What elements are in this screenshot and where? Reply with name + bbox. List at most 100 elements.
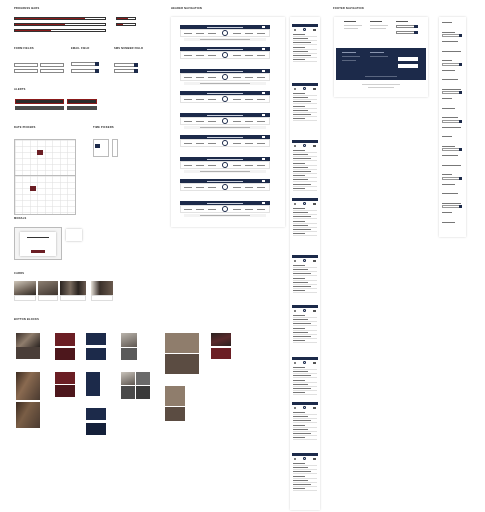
mobile-footer-button[interactable] <box>459 34 462 37</box>
footer-dark-field[interactable] <box>398 64 418 68</box>
mobile-menu-item[interactable] <box>293 183 311 185</box>
hamburger-icon[interactable] <box>262 180 265 182</box>
mobile-menu-item[interactable] <box>293 273 311 275</box>
button-block[interactable] <box>165 333 199 353</box>
mobile-menu-item[interactable] <box>293 290 305 291</box>
seal-icon[interactable] <box>222 162 228 168</box>
mobile-menu-item[interactable] <box>293 433 311 434</box>
header-nav-link[interactable] <box>257 186 265 188</box>
mobile-footer-line[interactable] <box>442 136 452 137</box>
header-nav-link[interactable] <box>245 142 253 144</box>
mobile-menu-item[interactable] <box>293 471 311 473</box>
text-field[interactable] <box>40 63 64 67</box>
search-icon[interactable] <box>294 88 296 90</box>
mobile-menu-item[interactable] <box>293 109 308 111</box>
date-picker-calendar[interactable] <box>14 175 76 215</box>
mobile-menu-item[interactable] <box>293 229 311 230</box>
mobile-menu-item[interactable] <box>293 412 305 413</box>
header-nav-link[interactable] <box>233 186 241 188</box>
mobile-menu-item[interactable] <box>293 34 305 35</box>
header-nav-link[interactable] <box>208 98 216 100</box>
button-block[interactable] <box>86 333 106 345</box>
header-nav-link[interactable] <box>208 120 216 122</box>
seal-icon[interactable] <box>303 28 306 31</box>
mobile-menu-item[interactable] <box>293 50 308 52</box>
hamburger-icon[interactable] <box>313 407 316 409</box>
hamburger-icon[interactable] <box>262 202 265 204</box>
mobile-footer-button[interactable] <box>459 148 462 151</box>
header-nav-link[interactable] <box>245 186 253 188</box>
mobile-menu-item[interactable] <box>293 277 305 279</box>
button-block[interactable] <box>136 386 150 399</box>
header-nav-link[interactable] <box>245 208 253 210</box>
button-block[interactable] <box>211 348 231 359</box>
mobile-menu-item[interactable] <box>293 212 308 213</box>
mobile-footer-line[interactable] <box>442 183 455 185</box>
header-nav-link[interactable] <box>184 76 192 78</box>
mobile-menu-item[interactable] <box>293 269 308 270</box>
card-image[interactable] <box>91 281 113 295</box>
seal-icon[interactable] <box>222 140 228 146</box>
search-icon[interactable] <box>294 310 296 312</box>
text-field[interactable] <box>14 63 38 67</box>
hamburger-icon[interactable] <box>313 362 316 364</box>
mobile-menu-item[interactable] <box>293 175 305 176</box>
button-block-image[interactable] <box>16 333 40 347</box>
card-image[interactable] <box>60 281 86 295</box>
mobile-footer-line[interactable] <box>442 193 458 194</box>
mobile-menu-item[interactable] <box>293 375 311 377</box>
mobile-menu-item[interactable] <box>293 388 311 389</box>
hamburger-icon[interactable] <box>262 26 265 28</box>
mobile-footer-line[interactable] <box>442 31 455 33</box>
date-picker-calendar[interactable] <box>14 139 76 179</box>
mobile-menu-item[interactable] <box>293 46 305 48</box>
mobile-footer-line[interactable] <box>442 174 452 175</box>
mobile-menu-item[interactable] <box>293 154 308 155</box>
search-icon[interactable] <box>294 407 296 409</box>
mobile-footer-line[interactable] <box>442 88 461 90</box>
header-nav-link[interactable] <box>245 120 253 122</box>
mobile-menu-item[interactable] <box>293 286 311 287</box>
header-nav-link[interactable] <box>196 54 204 56</box>
mobile-footer-line[interactable] <box>442 117 458 118</box>
mobile-footer-button[interactable] <box>459 176 462 180</box>
button-block[interactable] <box>136 372 150 385</box>
footer-signup-button[interactable] <box>414 25 418 28</box>
mobile-menu-item[interactable] <box>293 93 305 94</box>
search-icon[interactable] <box>294 145 296 147</box>
footer-signup-button[interactable] <box>414 31 418 34</box>
mobile-footer-line[interactable] <box>442 155 458 156</box>
header-nav-link[interactable] <box>196 164 204 166</box>
mobile-menu-item[interactable] <box>293 331 308 333</box>
mobile-menu-item[interactable] <box>293 467 308 468</box>
seal-icon[interactable] <box>303 361 306 364</box>
email-submit-button[interactable] <box>95 62 99 66</box>
header-nav-link[interactable] <box>184 164 192 166</box>
seal-icon[interactable] <box>222 118 228 124</box>
mobile-menu-item[interactable] <box>293 319 308 320</box>
search-icon[interactable] <box>294 362 296 364</box>
header-nav-link[interactable] <box>196 142 204 144</box>
header-nav-link[interactable] <box>257 54 265 56</box>
seal-icon[interactable] <box>222 206 228 212</box>
header-nav-link[interactable] <box>233 32 241 34</box>
mobile-menu-item[interactable] <box>293 479 308 481</box>
time-picker-selected[interactable] <box>95 144 100 148</box>
text-field[interactable] <box>40 69 64 73</box>
seal-icon[interactable] <box>303 259 306 262</box>
button-block-image[interactable] <box>211 333 231 346</box>
header-nav-link[interactable] <box>184 32 192 34</box>
header-nav-link[interactable] <box>233 54 241 56</box>
hamburger-icon[interactable] <box>262 48 265 50</box>
seal-icon[interactable] <box>303 309 306 312</box>
time-picker[interactable] <box>112 139 118 157</box>
mobile-menu-item[interactable] <box>293 420 311 422</box>
button-block-image[interactable] <box>16 372 40 400</box>
date-picker-selected-day[interactable] <box>37 150 43 155</box>
hamburger-icon[interactable] <box>313 310 316 312</box>
seal-icon[interactable] <box>222 52 228 58</box>
mobile-footer-button[interactable] <box>459 205 462 208</box>
button-block[interactable] <box>165 386 185 406</box>
button-block-image[interactable] <box>121 333 137 347</box>
sms-submit-button[interactable] <box>134 63 138 67</box>
